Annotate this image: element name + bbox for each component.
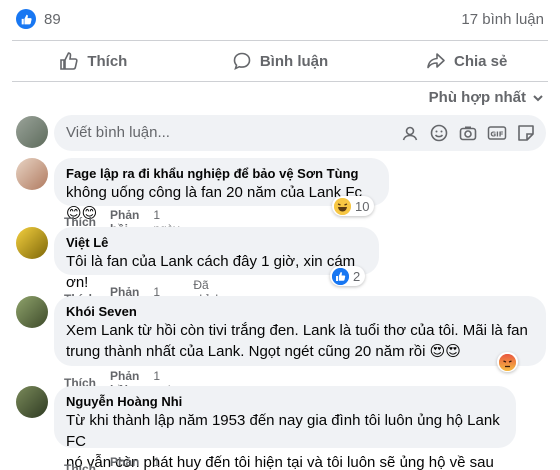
reaction-count: 10 (355, 198, 370, 214)
share-label: Chia sẻ (454, 52, 508, 70)
avatar-sticker-icon[interactable] (400, 123, 420, 143)
like-reaction-icon (332, 267, 349, 285)
comment-input-placeholder: Viết bình luận... (66, 124, 170, 141)
comment-label: Bình luận (259, 52, 329, 70)
comment-bubble: Nguyễn Hoàng Nhi Từ khi thành lập năm 19… (54, 386, 516, 470)
comment-like-button[interactable]: Thích (64, 462, 96, 470)
sort-dropdown[interactable]: Phù hợp nhất (429, 89, 544, 106)
comment-text: trung thành nhất của Lank. Ngọt ngét cũn… (66, 343, 461, 360)
comment-icon (233, 52, 251, 70)
emoji-icon[interactable] (429, 123, 449, 143)
like-button[interactable]: Thích (0, 41, 187, 81)
comment-composer: Viết bình luận... GIF (14, 115, 546, 151)
avatar[interactable] (16, 116, 48, 148)
like-count[interactable]: 89 (44, 11, 61, 28)
comment-text: Xem Lank từ hồi còn tivi trắng đen. Lank… (66, 322, 528, 339)
avatar[interactable] (16, 386, 48, 418)
reaction-summary[interactable]: 2 (330, 266, 366, 286)
comment-bubble: Việt Lê Tôi là fan của Lank cách đây 1 g… (54, 227, 379, 291)
sort-label: Phù hợp nhất (428, 89, 526, 106)
gif-icon[interactable]: GIF (487, 123, 507, 143)
reaction-summary[interactable] (497, 352, 518, 372)
share-button[interactable]: Chia sẻ (373, 41, 560, 81)
comment-button[interactable]: Bình luận (187, 41, 374, 81)
comment-author[interactable]: Fage lập ra đi khẩu nghiệp để bảo vệ Sơn… (66, 165, 377, 182)
action-bar: Thích Bình luận Chia sẻ (0, 41, 560, 81)
svg-text:GIF: GIF (490, 131, 503, 139)
thumbs-up-icon (60, 52, 78, 70)
share-icon (427, 53, 445, 69)
composer-icons: GIF (400, 123, 536, 143)
chevron-down-icon (533, 94, 543, 101)
laugh-reaction-icon (334, 197, 351, 215)
comment-meta: Thích Phản hồi 1 ngày (64, 455, 179, 470)
comment-bubble: Khói Seven Xem Lank từ hồi còn tivi trắn… (54, 296, 546, 366)
reaction-count: 2 (353, 268, 361, 284)
angry-reaction-icon (499, 353, 516, 371)
avatar[interactable] (16, 227, 48, 259)
comment-count[interactable]: 17 bình luận (461, 11, 544, 28)
comment-author[interactable]: Nguyễn Hoàng Nhi (66, 393, 504, 410)
reaction-summary[interactable]: 10 (332, 196, 375, 216)
like-reaction-icon[interactable] (16, 9, 36, 29)
comment-input[interactable]: Viết bình luận... GIF (54, 115, 546, 151)
comment-author[interactable]: Việt Lê (66, 234, 367, 251)
reaction-stats: 89 17 bình luận (0, 0, 560, 40)
sticker-icon[interactable] (516, 123, 536, 143)
comment-author[interactable]: Khói Seven (66, 303, 534, 320)
comment-reply-button[interactable]: Phản hồi (110, 455, 139, 470)
comment-text: Từ khi thành lập năm 1953 đến nay gia đì… (66, 412, 500, 450)
avatar[interactable] (16, 296, 48, 328)
camera-icon[interactable] (458, 123, 478, 143)
avatar[interactable] (16, 158, 48, 190)
divider (12, 81, 548, 82)
like-label: Thích (87, 52, 128, 70)
comment-time[interactable]: 1 ngày (153, 455, 179, 470)
